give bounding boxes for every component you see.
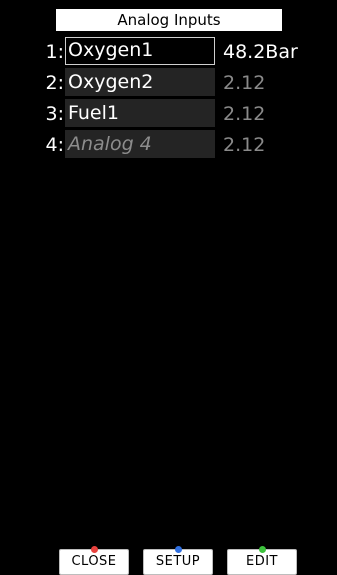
input-value: 48.2Bar	[223, 41, 298, 63]
input-number: 4:	[45, 134, 65, 156]
setup-button-label: SETUP	[155, 554, 201, 569]
input-row-4: 4: Analog 4 2.12	[0, 130, 337, 160]
input-name-field[interactable]: Oxygen1	[65, 37, 215, 65]
input-number: 2:	[45, 72, 65, 94]
input-value: 2.12	[223, 72, 266, 94]
red-dot-icon	[90, 546, 98, 553]
edit-button[interactable]: EDIT	[227, 546, 297, 575]
input-value: 2.12	[223, 134, 266, 156]
input-row-1: 1: Oxygen1 48.2Bar	[0, 37, 337, 67]
edit-button-label: EDIT	[246, 554, 278, 569]
input-name-field[interactable]: Fuel1	[65, 99, 215, 127]
input-row-2: 2: Oxygen2 2.12	[0, 68, 337, 98]
blue-dot-icon	[174, 546, 182, 553]
close-button[interactable]: CLOSE	[59, 546, 129, 575]
input-value: 2.12	[223, 103, 266, 125]
page-title: Analog Inputs	[56, 9, 282, 31]
input-name-field[interactable]: Analog 4	[65, 130, 215, 158]
input-name-field[interactable]: Oxygen2	[65, 68, 215, 96]
green-dot-icon	[258, 546, 266, 553]
setup-button[interactable]: SETUP	[143, 546, 213, 575]
close-button-label: CLOSE	[71, 554, 117, 569]
input-number: 1:	[45, 41, 65, 63]
input-number: 3:	[45, 103, 65, 125]
input-row-3: 3: Fuel1 2.12	[0, 99, 337, 129]
